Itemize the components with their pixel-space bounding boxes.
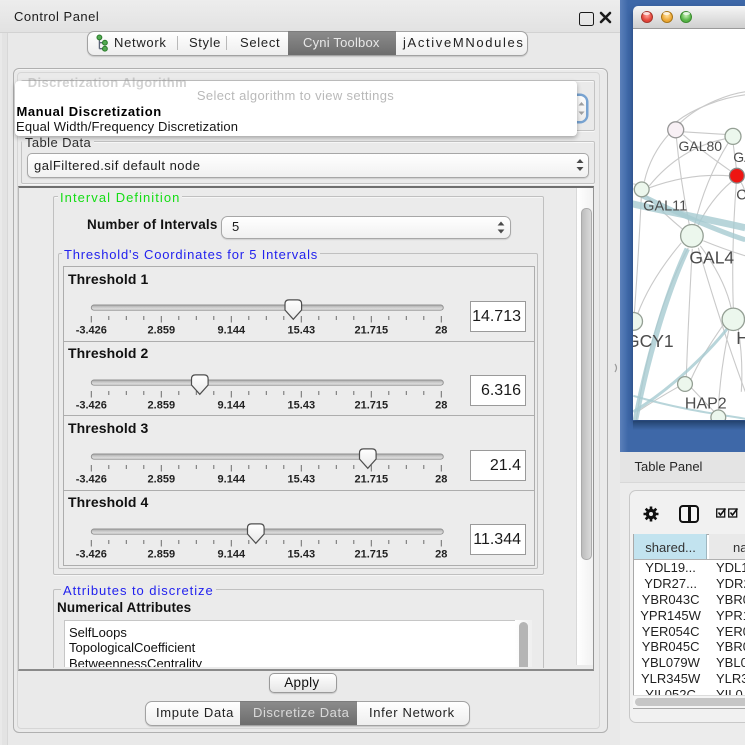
svg-text:-3.426: -3.426 [75, 474, 106, 486]
svg-text:28: 28 [435, 325, 447, 337]
svg-text:21.715: 21.715 [354, 548, 388, 560]
svg-text:28: 28 [435, 548, 447, 560]
svg-text:GA: GA [733, 149, 745, 165]
svg-text:2.859: 2.859 [147, 474, 175, 486]
svg-text:9.144: 9.144 [217, 548, 245, 560]
svg-text:-3.426: -3.426 [75, 325, 106, 337]
svg-text:15.43: 15.43 [287, 548, 315, 560]
svg-text:2.859: 2.859 [147, 325, 175, 337]
svg-text:15.43: 15.43 [287, 325, 315, 337]
svg-text:28: 28 [435, 399, 447, 411]
svg-text:21.715: 21.715 [354, 325, 388, 337]
svg-text:21.715: 21.715 [354, 474, 388, 486]
svg-text:GAL4: GAL4 [689, 247, 734, 267]
svg-text:9.144: 9.144 [217, 325, 245, 337]
svg-text:GCY1: GCY1 [633, 331, 674, 351]
svg-text:2.859: 2.859 [147, 399, 175, 411]
svg-text:15.43: 15.43 [287, 399, 315, 411]
svg-text:-3.426: -3.426 [75, 399, 106, 411]
svg-text:GAL80: GAL80 [678, 138, 722, 154]
svg-text:C: C [736, 187, 745, 203]
svg-text:2.859: 2.859 [147, 548, 175, 560]
svg-text:21.715: 21.715 [354, 399, 388, 411]
svg-text:GAL11: GAL11 [643, 198, 687, 214]
svg-text:-3.426: -3.426 [75, 548, 106, 560]
svg-text:H: H [736, 328, 745, 348]
svg-text:28: 28 [435, 474, 447, 486]
svg-text:9.144: 9.144 [217, 399, 245, 411]
svg-text:9.144: 9.144 [217, 474, 245, 486]
svg-text:15.43: 15.43 [287, 474, 315, 486]
svg-text:HAP2: HAP2 [685, 395, 727, 412]
